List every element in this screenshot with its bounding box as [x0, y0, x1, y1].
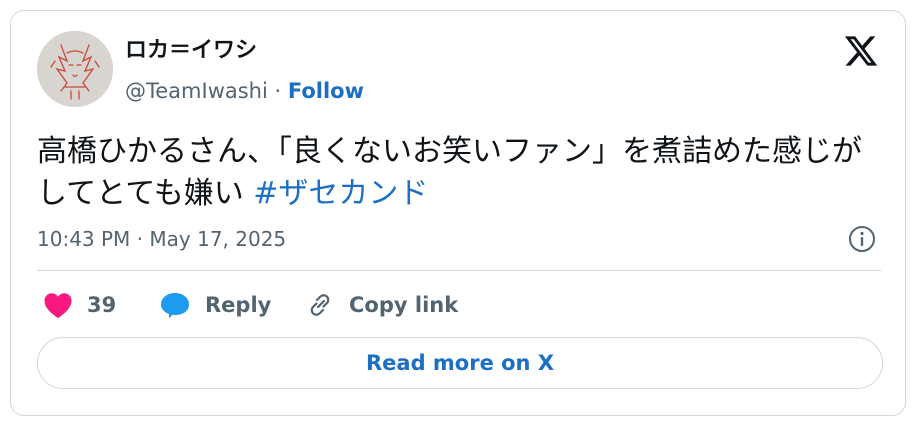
info-icon[interactable]: [847, 224, 877, 254]
tweet-timestamp[interactable]: 10:43 PM · May 17, 2025: [37, 225, 286, 253]
heart-icon: [44, 293, 72, 319]
copy-link-button[interactable]: Copy link: [305, 289, 458, 321]
read-more-button[interactable]: Read more on X: [37, 337, 883, 389]
avatar[interactable]: [37, 31, 113, 107]
handle-separator: ·: [267, 79, 288, 103]
follow-button[interactable]: Follow: [288, 79, 364, 103]
reply-label: Reply: [205, 293, 272, 317]
author-handle[interactable]: @TeamIwashi: [125, 79, 268, 103]
divider: [37, 270, 881, 271]
reply-button[interactable]: Reply: [159, 289, 271, 321]
link-icon: [310, 294, 330, 316]
like-count: 39: [87, 293, 117, 317]
sketch-avatar-icon: [37, 31, 113, 107]
tweet-card: ロカ＝イワシ @TeamIwashi · Follow 高橋ひかるさん、「良くな…: [10, 10, 906, 416]
copy-link-label: Copy link: [349, 293, 459, 317]
tweet-text: 高橋ひかるさん、「良くないお笑いファン」を煮詰めた感じがしてとても嫌い #ザセカ…: [37, 131, 887, 215]
speech-bubble-icon: [161, 293, 189, 319]
like-button[interactable]: 39: [43, 289, 116, 321]
hashtag-link[interactable]: #ザセカンド: [253, 176, 428, 211]
x-logo-icon[interactable]: [843, 33, 879, 69]
author-handle-row: @TeamIwashi · Follow: [125, 77, 364, 105]
author-display-name[interactable]: ロカ＝イワシ: [125, 37, 257, 65]
tweet-body: 高橋ひかるさん、「良くないお笑いファン」を煮詰めた感じがしてとても嫌い: [37, 134, 862, 211]
